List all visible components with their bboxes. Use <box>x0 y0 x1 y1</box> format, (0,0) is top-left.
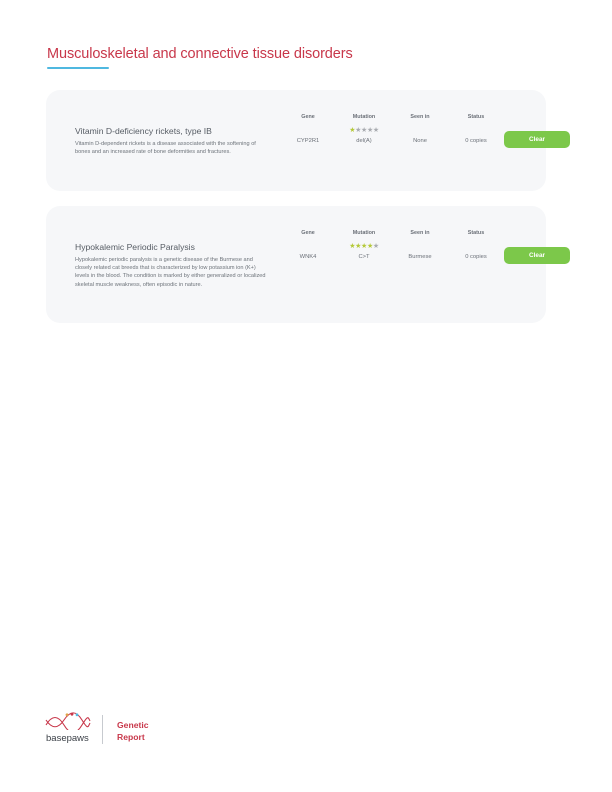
status-value: 0 copies <box>465 138 487 144</box>
seen-in-value: None <box>413 138 427 144</box>
brand-name: basepaws <box>46 733 89 744</box>
status-value: 0 copies <box>465 254 487 260</box>
condition-description: Hypokalemic periodic paralysis is a gene… <box>75 257 266 288</box>
condition-name: Hypokalemic Periodic Paralysis <box>75 242 195 252</box>
gene-value: WNK4 <box>299 254 317 260</box>
mutation-header: Mutation <box>352 230 376 236</box>
gene-value: CYP2R1 <box>296 138 320 144</box>
mutation-value: del(A) <box>356 138 372 144</box>
mutation-rating-stars: ★★★★★ <box>344 127 384 134</box>
section-title: Musculoskeletal and connective tissue di… <box>47 46 353 62</box>
report-title-line-2: Report <box>117 732 145 742</box>
star-empty-icon: ★ <box>372 127 379 134</box>
gene-header: Gene <box>301 230 315 236</box>
mutation-value: C>T <box>358 254 370 260</box>
status-header: Status <box>467 230 485 236</box>
star-empty-icon: ★ <box>372 243 379 250</box>
footer-divider <box>102 715 103 744</box>
seen-in-header: Seen in <box>410 114 430 120</box>
mutation-header: Mutation <box>352 114 376 120</box>
condition-description: Vitamin D-dependent rickets is a disease… <box>75 141 256 156</box>
seen-in-value: Burmese <box>408 254 432 260</box>
seen-in-header: Seen in <box>410 230 430 236</box>
report-title-line-1: Genetic <box>117 720 149 730</box>
title-underline <box>47 67 109 69</box>
result-badge-clear: Clear <box>504 247 570 264</box>
result-badge-clear: Clear <box>504 131 570 148</box>
mutation-rating-stars: ★★★★★ <box>344 243 384 250</box>
dna-helix-icon <box>45 712 91 730</box>
condition-card-vitamin-d-rickets: Vitamin D-deficiency rickets, type IB Vi… <box>46 90 570 191</box>
condition-card-hypokalemic-periodic-paralysis: Hypokalemic Periodic Paralysis Hypokalem… <box>46 206 570 323</box>
gene-header: Gene <box>301 114 315 120</box>
condition-name: Vitamin D-deficiency rickets, type IB <box>75 126 212 136</box>
status-header: Status <box>467 114 485 120</box>
